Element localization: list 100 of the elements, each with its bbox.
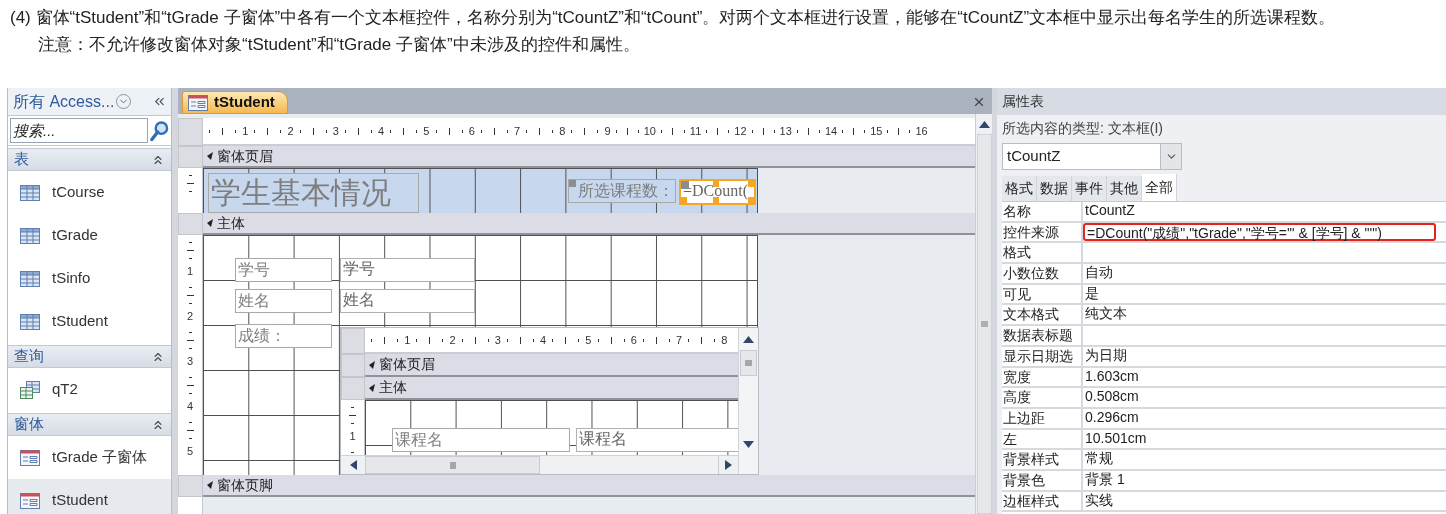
section-bar[interactable]: 窗体页眉 [365, 354, 738, 377]
section-selector[interactable] [178, 213, 203, 235]
property-name: 左 [1002, 429, 1083, 449]
property-value[interactable]: =DCount("成绩","tGrade","学号='" & [学号] & "'") [1083, 222, 1436, 242]
ruler-number: 16 [915, 125, 928, 137]
tables-icon [20, 380, 40, 399]
section-bar[interactable]: 主体 [203, 213, 975, 235]
ruler-corner[interactable] [178, 118, 203, 146]
section-selector[interactable] [341, 377, 365, 400]
section-bar[interactable]: 窗体页脚 [203, 475, 975, 497]
label-control[interactable]: 姓名 [235, 289, 332, 313]
group-label: 表 [14, 149, 29, 170]
section-selector[interactable] [341, 354, 365, 377]
label-control[interactable]: 成绩： [235, 324, 332, 348]
ruler-number: 5 [186, 445, 194, 457]
group-label: 窗体 [14, 414, 44, 435]
property-tab[interactable]: 全部 [1142, 174, 1177, 201]
note-text: 注意：不允许修改窗体对象“tStudent”和“tGrade 子窗体”中未涉及的控件和属性。 [38, 34, 641, 56]
object-dropdown[interactable]: tCountZ [1002, 143, 1182, 170]
text-box[interactable]: =DCount( [679, 179, 756, 205]
ruler-number: 12 [734, 125, 747, 137]
table-icon [20, 313, 40, 330]
property-name: 背景样式 [1002, 450, 1083, 469]
ruler-number: 1 [349, 430, 356, 442]
ruler-corner[interactable] [341, 328, 365, 354]
group-header[interactable]: 窗体 [8, 413, 171, 436]
section-label: 主体 [217, 213, 245, 233]
section-marker-icon [369, 383, 377, 392]
text-box[interactable]: 课程名 [576, 428, 738, 452]
group-header[interactable]: 查询 [8, 345, 171, 368]
property-value[interactable]: 10.501cm [1083, 429, 1446, 449]
section-bar[interactable]: 主体 [365, 377, 738, 400]
property-name: 格式 [1002, 243, 1083, 263]
ruler-number: 3 [186, 355, 194, 367]
nav-item[interactable]: tStudent [8, 479, 171, 514]
pane-splitter[interactable] [992, 88, 997, 514]
property-name: 小数位数 [1002, 264, 1083, 283]
section-selector[interactable] [178, 475, 203, 497]
property-tab[interactable]: 其他 [1107, 176, 1142, 201]
property-tab[interactable]: 事件 [1072, 176, 1107, 201]
nav-pane-title: 所有 Access... [13, 91, 115, 112]
ruler-number: 4 [186, 400, 194, 412]
section-marker-icon [207, 152, 215, 160]
label-control[interactable]: 课程名 [392, 428, 570, 452]
up-arrow-icon [743, 335, 754, 343]
section-label: 主体 [379, 378, 407, 397]
property-value[interactable]: 是 [1083, 284, 1446, 304]
property-value[interactable]: 1.603cm [1083, 367, 1446, 387]
search-field[interactable]: 搜索... [10, 118, 148, 143]
ruler-number: 7 [513, 125, 521, 137]
property-value[interactable]: 0.508cm [1083, 388, 1446, 407]
ruler-number: 1 [186, 265, 194, 277]
section-selector[interactable] [178, 146, 203, 168]
property-value[interactable]: 0.296cm [1083, 408, 1446, 428]
property-name: 名称 [1002, 202, 1083, 221]
subform[interactable]: 1 2 3 4 5 6 7 8 窗体页眉 主体 1 课程名 课程名 [340, 327, 759, 475]
vertical-ruler [178, 168, 202, 213]
property-tab[interactable]: 格式 [1002, 176, 1037, 201]
property-name: 控件来源 [1002, 222, 1083, 242]
ruler-number: 2 [287, 125, 294, 137]
ruler-number: 5 [423, 125, 430, 137]
vertical-scrollbar[interactable] [738, 328, 758, 474]
table-icon [20, 184, 40, 201]
section-bar[interactable]: 窗体页眉 [203, 146, 975, 168]
text-box[interactable]: 姓名 [340, 289, 475, 313]
nav-item-label: tCourse [52, 182, 105, 203]
ruler-number: 11 [689, 125, 702, 137]
group-label: 查询 [14, 346, 44, 367]
close-icon[interactable] [972, 95, 986, 109]
ruler-number: 8 [559, 125, 566, 137]
ruler-number: 3 [332, 125, 339, 137]
window-icon [20, 449, 40, 466]
property-sheet-title: 属性表 [997, 88, 1446, 115]
ruler-number: 14 [824, 125, 838, 137]
text-box[interactable]: 学号 [340, 258, 475, 282]
nav-pane-header[interactable]: 所有 Access... [8, 88, 171, 116]
property-name: 宽度 [1002, 367, 1083, 387]
property-value[interactable]: 背景 1 [1083, 470, 1446, 490]
property-name: 高度 [1002, 388, 1083, 407]
ruler-number: 1 [404, 334, 411, 346]
horizontal-scrollbar[interactable] [341, 455, 738, 474]
window-icon [188, 94, 208, 111]
section-label: 窗体页眉 [217, 146, 273, 166]
property-name: 显示日期选 [1002, 346, 1083, 366]
ruler-number: 3 [494, 334, 501, 346]
nav-item-label: tSinfo [52, 268, 91, 289]
down-arrow-icon [743, 440, 754, 448]
property-tab[interactable]: 数据 [1037, 176, 1072, 201]
property-value[interactable]: tCountZ [1083, 202, 1446, 221]
label-control[interactable]: 学号 [235, 258, 332, 282]
property-value[interactable]: 纯文本 [1083, 305, 1446, 325]
vertical-scrollbar[interactable] [975, 114, 992, 514]
property-value[interactable]: 常规 [1083, 450, 1446, 469]
group-header[interactable]: 表 [8, 148, 171, 171]
document-tab[interactable]: tStudent [182, 91, 288, 114]
ruler-number: 5 [585, 334, 592, 346]
property-value[interactable]: 为日期 [1083, 346, 1446, 366]
search-icon[interactable] [150, 119, 169, 142]
property-value[interactable]: 实线 [1083, 491, 1446, 511]
property-value[interactable]: 自动 [1083, 264, 1446, 283]
